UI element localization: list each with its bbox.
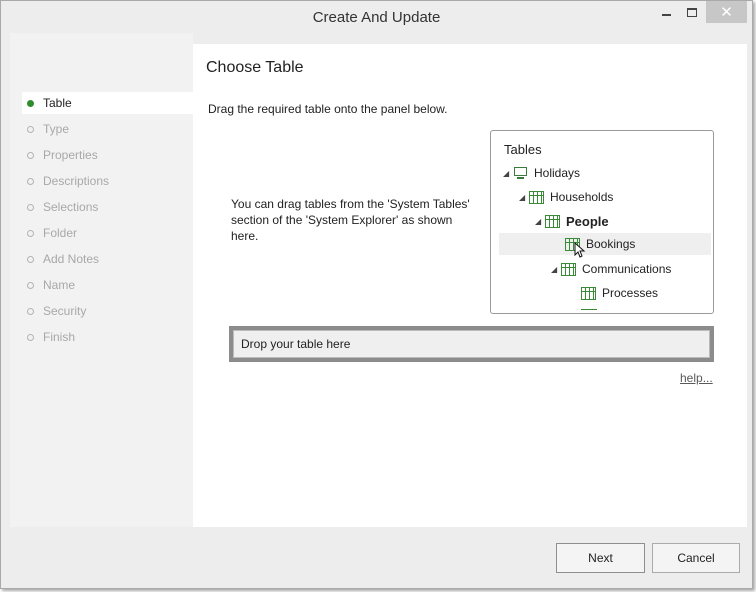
sidebar-item-name[interactable]: Name [22,274,193,296]
expanded-triangle-icon: ◢ [503,168,510,178]
step-dot-icon [27,151,34,159]
close-button[interactable]: ✕ [706,1,747,23]
tree-item-label: Communications [582,262,672,276]
table-drop-zone[interactable]: Drop your table here [229,326,714,362]
sidebar-item-label: Selections [43,200,99,214]
table-icon [561,262,576,276]
step-dot-icon [27,229,34,237]
step-dot-icon [27,177,34,185]
sidebar-item-table[interactable]: Table [22,92,193,114]
sidebar-item-add-notes[interactable]: Add Notes [22,248,193,270]
sidebar-item-security[interactable]: Security [22,300,193,322]
active-step-dot-icon [27,99,34,107]
step-dot-icon [27,125,34,133]
tree-item-processes: Processes [581,282,711,304]
sidebar-item-label: Type [43,122,70,136]
sidebar-item-label: Name [43,278,76,292]
step-dot-icon [27,333,34,341]
step-dot-icon [27,203,34,211]
sidebar-item-label: Security [43,304,87,318]
tree-item-bookings: Bookings [499,233,711,255]
main-content-panel: Choose Table Drag the required table ont… [193,44,747,527]
table-icon [545,214,560,228]
table-icon [581,286,596,300]
tree-item-label: Bookings [586,237,636,251]
tree-item-people: ◢ People [535,210,705,232]
tree-item-label: Households [550,190,614,204]
sidebar-item-label: Table [43,96,72,110]
step-dot-icon [27,307,34,315]
minimize-button[interactable] [653,1,679,23]
tree-item-households: ◢ Households [519,186,709,208]
drop-zone-label: Drop your table here [233,330,710,358]
cancel-button[interactable]: Cancel [652,543,740,573]
table-icon [529,190,544,204]
sidebar-item-folder[interactable]: Folder [22,222,193,244]
wizard-steps-sidebar: Table Type Properties Descriptions Selec… [10,33,193,527]
sidebar-item-label: Descriptions [43,174,110,188]
expanded-triangle-icon: ◢ [535,216,542,226]
sidebar-item-properties[interactable]: Properties [22,144,193,166]
tree-item-holidays: ◢ Holidays [503,162,713,184]
dialog-window: Create And Update ✕ Table Type Propertie… [0,0,753,589]
tree-item-communications: ◢ Communications [551,258,711,280]
title-bar[interactable]: Create And Update ✕ [1,1,752,33]
tables-tree-illustration: Tables ◢ Holidays ◢ Households ◢ People … [490,130,714,314]
step-dot-icon [27,281,34,289]
partial-table-icon [581,309,597,313]
sidebar-item-selections[interactable]: Selections [22,196,193,218]
sidebar-item-label: Finish [43,330,76,344]
tree-item-label: Processes [602,286,659,300]
maximize-icon [687,7,697,17]
sidebar-item-label: Properties [43,148,98,162]
sidebar-item-type[interactable]: Type [22,118,193,140]
sidebar-item-descriptions[interactable]: Descriptions [22,170,193,192]
window-title: Create And Update [312,9,441,26]
minimize-icon [661,14,671,16]
instruction-text: Drag the required table onto the panel b… [208,102,448,116]
help-link[interactable]: help... [680,371,713,385]
expanded-triangle-icon: ◢ [551,264,558,274]
next-button[interactable]: Next [556,543,645,573]
tables-panel-title: Tables [504,142,542,157]
sidebar-item-label: Folder [43,226,78,240]
sidebar-item-label: Add Notes [43,252,100,266]
drag-hint-text: You can drag tables from the 'System Tab… [231,197,470,243]
tree-item-label: Holidays [534,166,581,180]
close-icon: ✕ [720,4,733,21]
expanded-triangle-icon: ◢ [519,192,526,202]
computer-icon [513,166,528,180]
tree-item-label: People [566,213,609,229]
mouse-cursor-icon [574,242,586,258]
page-title: Choose Table [206,59,304,76]
maximize-button[interactable] [681,1,703,23]
sidebar-item-finish[interactable]: Finish [22,326,193,348]
step-dot-icon [27,255,34,263]
